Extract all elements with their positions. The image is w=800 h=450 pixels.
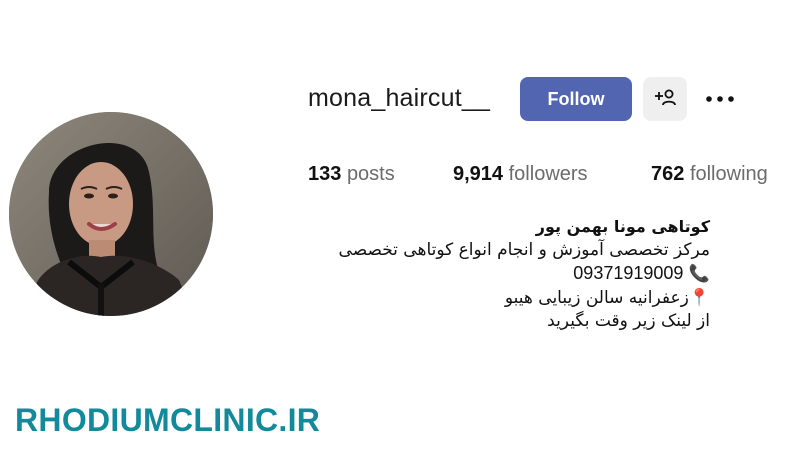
more-options-button[interactable] — [702, 86, 738, 112]
bio-display-name: کوتاهی مونا بهمن پور — [535, 217, 710, 236]
bio-phone-number: 09371919009 — [573, 263, 684, 283]
avatar-photo — [9, 112, 213, 316]
followers-number: 9,914 — [453, 163, 504, 185]
more-options-icon — [705, 90, 735, 108]
posts-number: 133 — [308, 163, 342, 185]
follow-button[interactable]: Follow — [520, 77, 632, 121]
followers-label: followers — [508, 163, 588, 185]
posts-count: 133 posts — [308, 163, 395, 186]
posts-label: posts — [346, 163, 395, 185]
person-plus-icon — [654, 88, 676, 111]
following-label: following — [689, 163, 768, 185]
bio-description: مرکز تخصصی آموزش و انجام انواع کوتاهی تخ… — [338, 239, 710, 260]
telephone-receiver-icon: 📞 — [688, 264, 710, 284]
profile-username: mona_haircut__ — [308, 84, 491, 112]
bio-booking-note: از لینک زیر وقت بگیرید — [547, 311, 710, 331]
profile-avatar[interactable] — [9, 112, 213, 316]
bio-phone-line: 📞 09371919009 — [290, 262, 710, 287]
map-pin-icon: 📍 — [688, 287, 710, 308]
suggested-accounts-button[interactable] — [643, 77, 687, 121]
following-number: 762 — [651, 163, 685, 185]
bio-address: زعفرانیه سالن زیبایی هیبو — [504, 287, 689, 308]
watermark-text: RHODIUMCLINIC.IR — [15, 402, 321, 438]
profile-bio: کوتاهی مونا بهمن پور مرکز تخصصی آموزش و … — [290, 215, 710, 334]
bio-address-line: 📍زعفرانیه سالن زیبایی هیبو — [290, 287, 710, 311]
following-count[interactable]: 762 following — [651, 163, 768, 186]
followers-count[interactable]: 9,914 followers — [453, 163, 588, 186]
